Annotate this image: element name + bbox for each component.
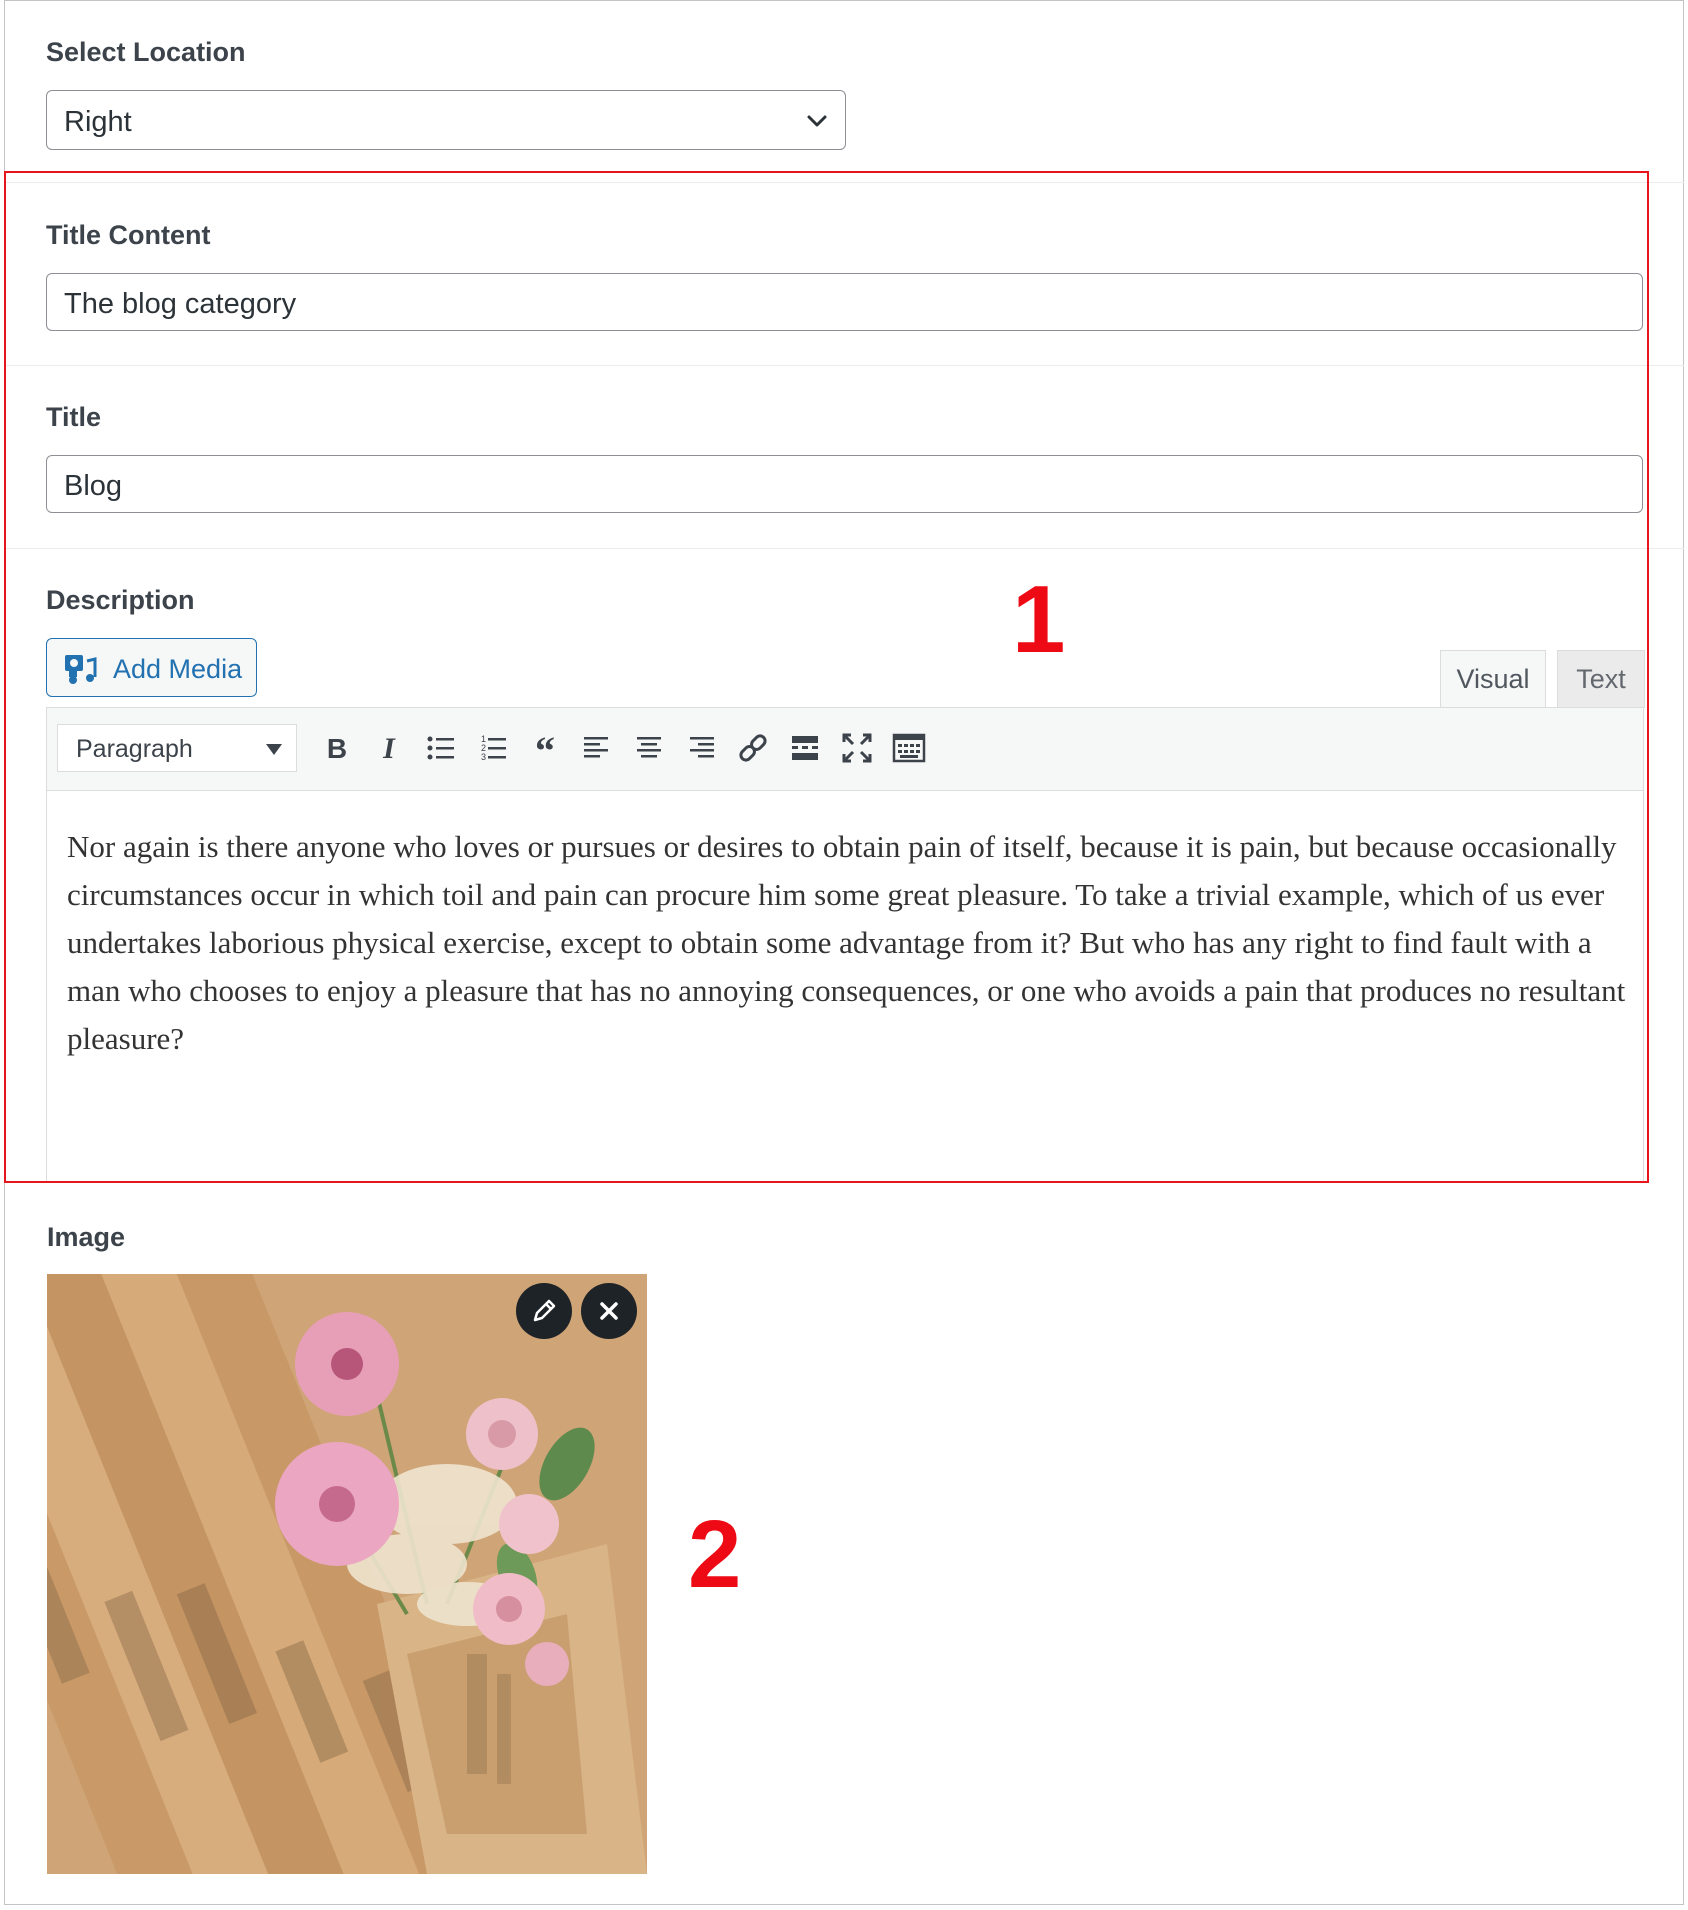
- title-value: Blog: [64, 470, 123, 502]
- format-select-value: Paragraph: [76, 735, 193, 763]
- align-left-button[interactable]: [577, 728, 617, 768]
- editor-toolbar: Paragraph B I 1 2 3 “: [47, 708, 1643, 791]
- align-center-button[interactable]: [629, 728, 669, 768]
- italic-icon: I: [382, 732, 396, 765]
- bold-icon: B: [327, 733, 347, 764]
- toolbar-toggle-icon: [892, 733, 926, 763]
- select-location-label: Select Location: [46, 37, 246, 67]
- format-select[interactable]: Paragraph: [57, 724, 297, 772]
- toolbar-toggle-button[interactable]: [889, 728, 929, 768]
- italic-button[interactable]: I: [369, 728, 409, 768]
- title-content-input[interactable]: The blog category: [46, 273, 1643, 331]
- annotation-marker-2: 2: [688, 1501, 742, 1608]
- svg-text:B: B: [327, 733, 347, 764]
- description-editor: Paragraph B I 1 2 3 “ Nor again is there…: [46, 707, 1644, 1183]
- bold-button[interactable]: B: [317, 728, 357, 768]
- align-right-icon: [690, 737, 714, 758]
- link-icon: [739, 734, 767, 762]
- title-content-value: The blog category: [64, 288, 297, 320]
- description-label: Description: [46, 585, 195, 615]
- divider: [6, 548, 1684, 549]
- image-preview: [47, 1274, 647, 1874]
- bulleted-list-button[interactable]: [421, 728, 461, 768]
- flower-bouquet-image: [47, 1274, 647, 1874]
- editor-content[interactable]: Nor again is there anyone who loves or p…: [67, 823, 1627, 1063]
- title-label: Title: [46, 402, 102, 432]
- link-button[interactable]: [733, 728, 773, 768]
- caret-down-icon: [266, 744, 282, 755]
- read-more-icon: [792, 736, 818, 760]
- tab-visual[interactable]: Visual: [1440, 650, 1546, 709]
- title-content-label: Title Content: [46, 220, 211, 250]
- title-input[interactable]: Blog: [46, 455, 1643, 513]
- image-label: Image: [47, 1222, 126, 1252]
- tab-text[interactable]: Text: [1557, 650, 1645, 708]
- svg-text:I: I: [382, 732, 396, 765]
- divider: [6, 182, 1684, 183]
- align-right-button[interactable]: [681, 728, 721, 768]
- align-center-icon: [637, 737, 661, 758]
- location-select-value: Right: [64, 106, 132, 138]
- align-left-icon: [584, 737, 608, 758]
- blockquote-button[interactable]: “: [525, 728, 565, 773]
- fullscreen-icon: [842, 733, 872, 763]
- annotation-marker-1: 1: [1012, 566, 1066, 673]
- chevron-down-icon: [807, 115, 827, 127]
- close-icon: [600, 1302, 618, 1320]
- fullscreen-button[interactable]: [837, 728, 877, 768]
- numbered-list-icon: 1 2 3: [481, 734, 506, 762]
- divider: [6, 365, 1684, 366]
- add-media-button[interactable]: Add Media: [46, 638, 257, 697]
- media-icon: [65, 655, 97, 684]
- blockquote-icon: “: [535, 728, 555, 773]
- add-media-label: Add Media: [113, 654, 243, 684]
- remove-image-button[interactable]: [581, 1283, 637, 1339]
- numbered-list-button[interactable]: 1 2 3: [473, 728, 513, 768]
- edit-image-button[interactable]: [516, 1283, 572, 1339]
- edit-icon: [533, 1299, 556, 1322]
- read-more-button[interactable]: [785, 728, 825, 768]
- svg-text:“: “: [535, 728, 555, 768]
- bulleted-list-icon: [427, 736, 454, 760]
- location-select[interactable]: Right: [46, 90, 846, 150]
- svg-text:3: 3: [481, 752, 486, 762]
